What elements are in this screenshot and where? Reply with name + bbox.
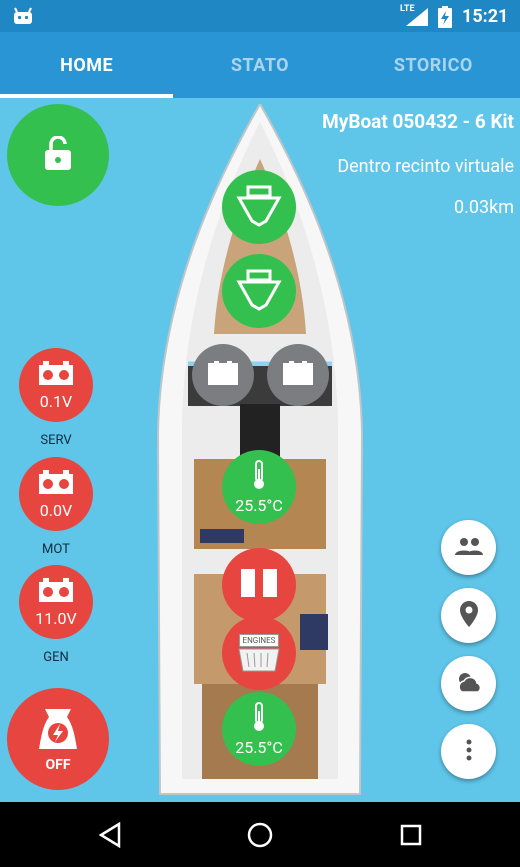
location-button[interactable] <box>441 588 496 643</box>
engines-label: ENGINES <box>238 633 280 647</box>
battery-gen-value: 11.0V <box>35 608 77 628</box>
battery-icon <box>37 360 75 390</box>
cabin-temperature-sensor[interactable]: 25.5°C <box>222 450 296 524</box>
battery-mot-label: MOT <box>42 542 70 557</box>
home-icon[interactable] <box>247 822 273 852</box>
boat-hull-icon <box>236 183 282 231</box>
cabin-temperature-value: 25.5°C <box>235 495 283 515</box>
battery-gen-label: GEN <box>43 650 69 665</box>
more-button[interactable] <box>441 724 496 779</box>
hatch-icon <box>206 359 240 391</box>
geofence-status: Dentro recinto virtuale <box>337 156 514 177</box>
engine-temperature-sensor[interactable]: 25.5°C <box>222 692 296 766</box>
status-bar: LTE 15:21 <box>0 0 520 32</box>
android-icon <box>12 6 34 30</box>
tab-home[interactable]: HOME <box>0 32 174 98</box>
generator-state: OFF <box>45 757 71 773</box>
tab-bar: HOME STATO STORICO <box>0 32 520 98</box>
clock: 15:21 <box>462 6 509 27</box>
people-button[interactable] <box>441 520 496 575</box>
main-content: MyBoat 050432 - 6 Kit Dentro recinto vir… <box>0 98 520 802</box>
signal-icon <box>404 8 428 30</box>
hatch-icon <box>281 359 315 391</box>
navigation-bar <box>0 802 520 867</box>
battery-gen[interactable]: 11.0V <box>19 565 93 639</box>
tab-storico[interactable]: STORICO <box>347 32 520 98</box>
battery-serv-label: SERV <box>40 433 72 448</box>
hatch-sensor-left[interactable] <box>192 344 254 406</box>
bow-sensor-2[interactable] <box>222 254 296 328</box>
recents-icon[interactable] <box>400 824 422 850</box>
back-icon[interactable] <box>98 821 122 852</box>
more-vert-icon <box>466 739 472 765</box>
battery-serv-value: 0.1V <box>39 391 73 411</box>
battery-mot-value: 0.0V <box>39 500 73 520</box>
hatch-sensor-right[interactable] <box>267 344 329 406</box>
boat-hull-icon <box>236 267 282 315</box>
engines-sensor[interactable]: ENGINES <box>222 616 296 690</box>
engine-icon: ENGINES <box>237 633 281 673</box>
boat-name: MyBoat 050432 - 6 Kit <box>322 110 514 133</box>
bow-sensor-1[interactable] <box>222 170 296 244</box>
battery-mot[interactable]: 0.0V <box>19 457 93 531</box>
thermometer-icon <box>251 459 267 494</box>
unlocked-padlock-icon <box>43 135 73 174</box>
door-icon <box>239 567 279 603</box>
battery-icon <box>37 577 75 607</box>
engine-temperature-value: 25.5°C <box>235 737 283 757</box>
weather-icon <box>454 670 484 698</box>
lock-button[interactable] <box>7 104 109 206</box>
distance-value: 0.03km <box>453 197 514 218</box>
power-plant-icon <box>33 705 83 755</box>
weather-button[interactable] <box>441 656 496 711</box>
people-icon <box>454 536 484 560</box>
location-pin-icon <box>459 600 478 631</box>
generator-button[interactable]: OFF <box>7 688 109 790</box>
battery-icon <box>37 469 75 499</box>
tab-stato[interactable]: STATO <box>173 32 346 98</box>
battery-serv[interactable]: 0.1V <box>19 348 93 422</box>
battery-charging-icon <box>438 6 452 32</box>
thermometer-icon <box>251 701 267 736</box>
engine-room-door-sensor[interactable] <box>222 548 296 622</box>
